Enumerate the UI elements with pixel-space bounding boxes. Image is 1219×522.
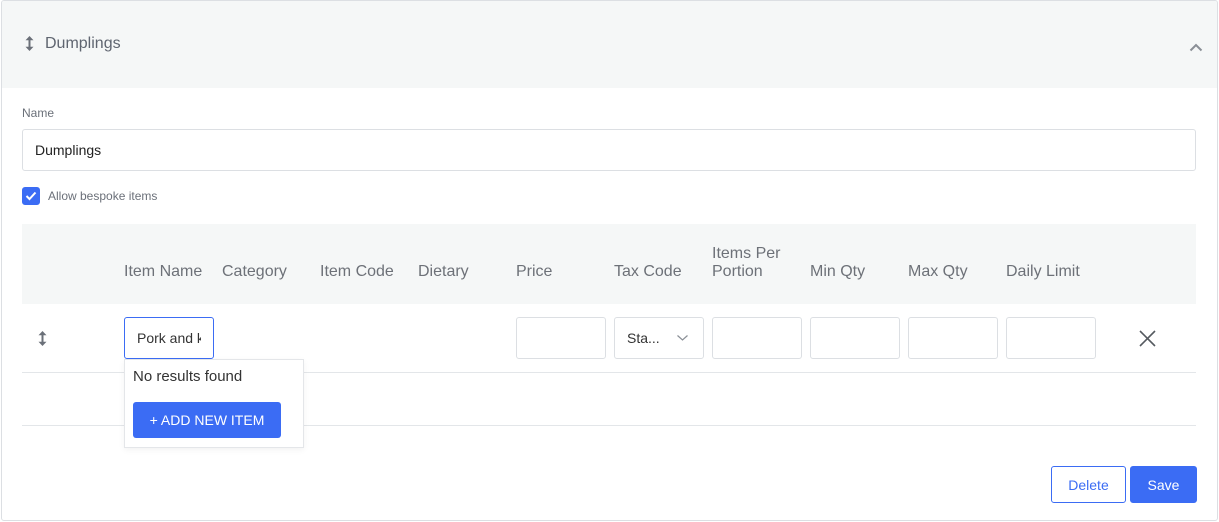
price-cell <box>516 317 614 359</box>
column-header-items-per-portion: Items Per Portion <box>712 245 781 280</box>
item-name-input[interactable] <box>124 317 214 359</box>
row-drag-cell <box>22 317 124 359</box>
chevron-down-icon <box>677 335 688 341</box>
min-qty-cell <box>810 317 908 359</box>
tax-code-select[interactable]: Sta... <box>614 317 704 359</box>
category-cell <box>222 317 320 359</box>
column-header-price: Price <box>516 263 553 280</box>
checkmark-icon <box>25 191 37 201</box>
tax-code-value: Sta... <box>627 330 660 346</box>
items-per-portion-cell <box>712 317 810 359</box>
allow-bespoke-label: Allow bespoke items <box>48 189 158 203</box>
column-header-tax-code: Tax Code <box>614 263 682 280</box>
autocomplete-dropdown: No results found + ADD NEW ITEM <box>124 359 304 448</box>
section-header[interactable]: Dumplings <box>2 1 1217 88</box>
column-header-item-code: Item Code <box>320 263 394 280</box>
drag-handle-icon[interactable] <box>25 36 34 51</box>
save-button[interactable]: Save <box>1130 466 1197 503</box>
delete-button[interactable]: Delete <box>1051 466 1126 503</box>
item-name-cell <box>124 317 222 359</box>
add-new-item-button[interactable]: + ADD NEW ITEM <box>133 402 281 438</box>
row-actions-cell <box>1104 317 1196 359</box>
items-table-header: Item Name Category Item Code Dietary Pri… <box>22 224 1196 304</box>
column-header-category: Category <box>222 263 287 280</box>
column-header-min-qty: Min Qty <box>810 263 866 280</box>
min-qty-input[interactable] <box>810 317 900 359</box>
daily-limit-input[interactable] <box>1006 317 1096 359</box>
max-qty-cell <box>908 317 1006 359</box>
name-input[interactable] <box>22 129 1196 171</box>
column-header-max-qty: Max Qty <box>908 263 968 280</box>
column-header-item-name: Item Name <box>124 263 203 280</box>
item-code-cell <box>320 317 418 359</box>
column-header-drag <box>22 281 124 304</box>
dietary-cell <box>418 317 516 359</box>
tax-code-cell: Sta... <box>614 317 712 359</box>
daily-limit-cell <box>1006 317 1104 359</box>
max-qty-input[interactable] <box>908 317 998 359</box>
name-label: Name <box>22 106 55 120</box>
menu-section-card: Dumplings Name Allow bespoke items Item … <box>1 0 1218 521</box>
column-header-dietary: Dietary <box>418 263 469 280</box>
chevron-up-icon[interactable] <box>1189 43 1203 52</box>
items-per-portion-input[interactable] <box>712 317 802 359</box>
section-title: Dumplings <box>45 35 121 52</box>
column-header-daily-limit: Daily Limit <box>1006 263 1080 280</box>
price-input[interactable] <box>516 317 606 359</box>
allow-bespoke-checkbox[interactable] <box>22 187 40 205</box>
column-header-actions <box>1104 281 1196 304</box>
close-icon[interactable] <box>1139 329 1156 347</box>
drag-handle-icon[interactable] <box>38 330 47 346</box>
no-results-message: No results found <box>133 368 243 385</box>
